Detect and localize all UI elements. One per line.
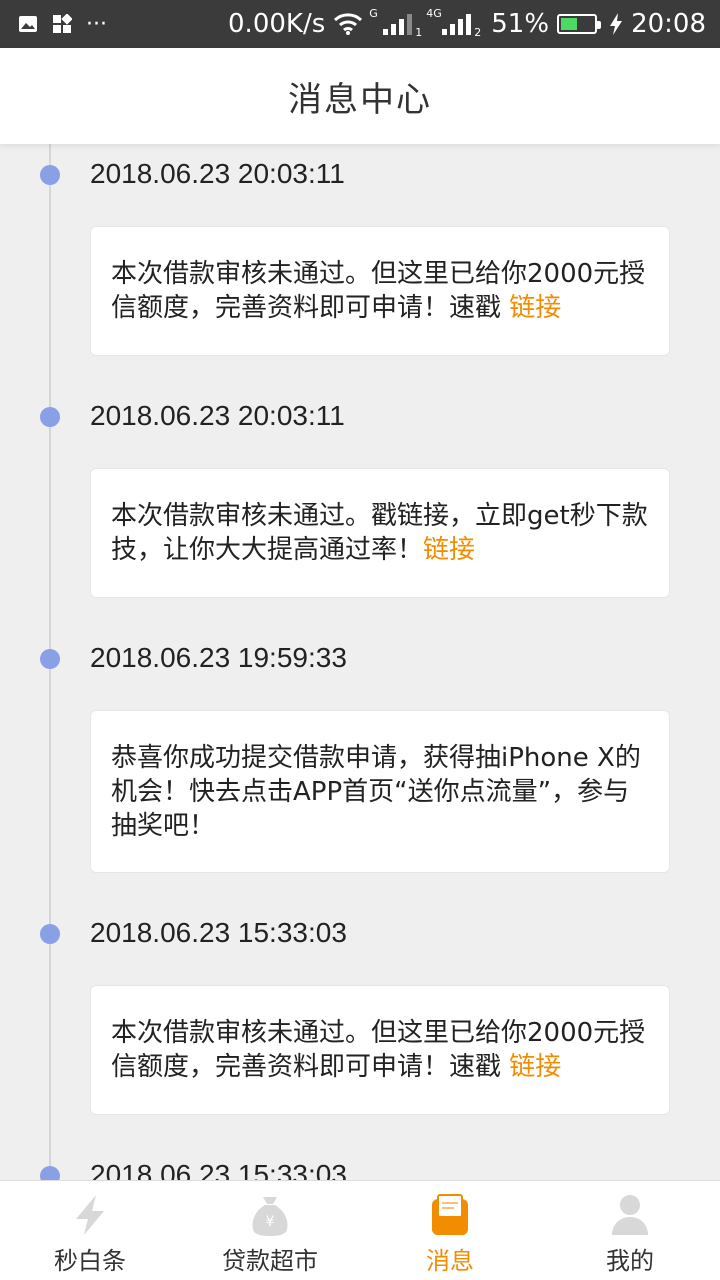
lightning-icon xyxy=(68,1193,112,1237)
message-card[interactable]: 本次借款审核未通过。但这里已给你2000元授信额度，完善资料即可申请！速戳 链接 xyxy=(90,985,670,1115)
timeline-dot xyxy=(40,407,60,427)
message-list[interactable]: 2018.06.23 20:03:11 本次借款审核未通过。但这里已给你2000… xyxy=(0,144,720,1180)
timeline-dot xyxy=(40,924,60,944)
battery-icon xyxy=(557,14,602,34)
money-bag-icon: ¥ xyxy=(248,1193,292,1237)
tab-label: 秒白条 xyxy=(54,1247,126,1275)
message-card[interactable]: 本次借款审核未通过。戳链接，立即get秒下款技，让你大大提高通过率！链接 xyxy=(90,468,670,598)
page-header: 消息中心 xyxy=(0,48,720,144)
status-bar: ··· 0.00K/s G 1 4G 2 51% 20:08 xyxy=(0,0,720,48)
app-notification-icon xyxy=(53,14,72,33)
timeline-dot xyxy=(40,649,60,669)
image-notification-icon xyxy=(19,16,37,32)
message-envelope-icon xyxy=(428,1193,472,1237)
tab-miaobaitiao[interactable]: 秒白条 xyxy=(0,1181,180,1280)
tab-label: 我的 xyxy=(606,1247,654,1275)
more-notifications-icon: ··· xyxy=(86,11,107,37)
message-text: 本次借款审核未通过。但这里已给你2000元授信额度，完善资料即可申请！速戳 xyxy=(111,259,646,323)
message-text: 恭喜你成功提交借款申请，获得抽iPhone X的机会！快去点击APP首页“送你点… xyxy=(111,742,641,841)
tab-label: 消息 xyxy=(426,1247,474,1275)
message-link[interactable]: 链接 xyxy=(509,1052,561,1082)
message-link[interactable]: 链接 xyxy=(509,293,561,323)
message-timestamp: 2018.06.23 19:59:33 xyxy=(90,642,347,673)
message-card[interactable]: 恭喜你成功提交借款申请，获得抽iPhone X的机会！快去点击APP首页“送你点… xyxy=(90,710,670,873)
sim1-network-tag: G xyxy=(369,7,378,20)
message-text: 本次借款审核未通过。戳链接，立即get秒下款技，让你大大提高通过率！ xyxy=(111,501,648,565)
message-link[interactable]: 链接 xyxy=(423,535,475,565)
user-icon xyxy=(608,1193,652,1237)
network-speed: 0.00K/s xyxy=(228,9,326,39)
charging-icon xyxy=(610,13,623,35)
tab-loan-market[interactable]: ¥ 贷款超市 xyxy=(180,1181,360,1280)
svg-text:¥: ¥ xyxy=(266,1214,275,1230)
sim2-index: 2 xyxy=(474,26,482,39)
timeline-dot xyxy=(40,165,60,185)
timeline-dot xyxy=(40,1166,60,1180)
message-timestamp: 2018.06.23 20:03:11 xyxy=(90,158,345,189)
sim2-network-tag: 4G xyxy=(426,7,442,20)
signal-sim2-icon: 4G 2 xyxy=(426,7,481,39)
message-timestamp: 2018.06.23 15:33:03 xyxy=(90,1159,347,1180)
sim1-index: 1 xyxy=(415,26,423,39)
message-card[interactable]: 本次借款审核未通过。但这里已给你2000元授信额度，完善资料即可申请！速戳 链接 xyxy=(90,226,670,356)
clock: 20:08 xyxy=(631,9,706,39)
tab-mine[interactable]: 我的 xyxy=(540,1181,720,1280)
message-timestamp: 2018.06.23 15:33:03 xyxy=(90,917,347,948)
tab-messages[interactable]: 消息 xyxy=(360,1181,540,1280)
tab-label: 贷款超市 xyxy=(222,1247,318,1275)
message-timestamp: 2018.06.23 20:03:11 xyxy=(90,400,345,431)
wifi-icon xyxy=(334,13,363,35)
bottom-tab-bar: 秒白条 ¥ 贷款超市 消息 我的 xyxy=(0,1180,720,1280)
page-title: 消息中心 xyxy=(288,79,432,120)
signal-sim1-icon: G 1 xyxy=(369,7,422,39)
message-text: 本次借款审核未通过。但这里已给你2000元授信额度，完善资料即可申请！速戳 xyxy=(111,1018,646,1082)
battery-percent: 51% xyxy=(491,9,550,39)
